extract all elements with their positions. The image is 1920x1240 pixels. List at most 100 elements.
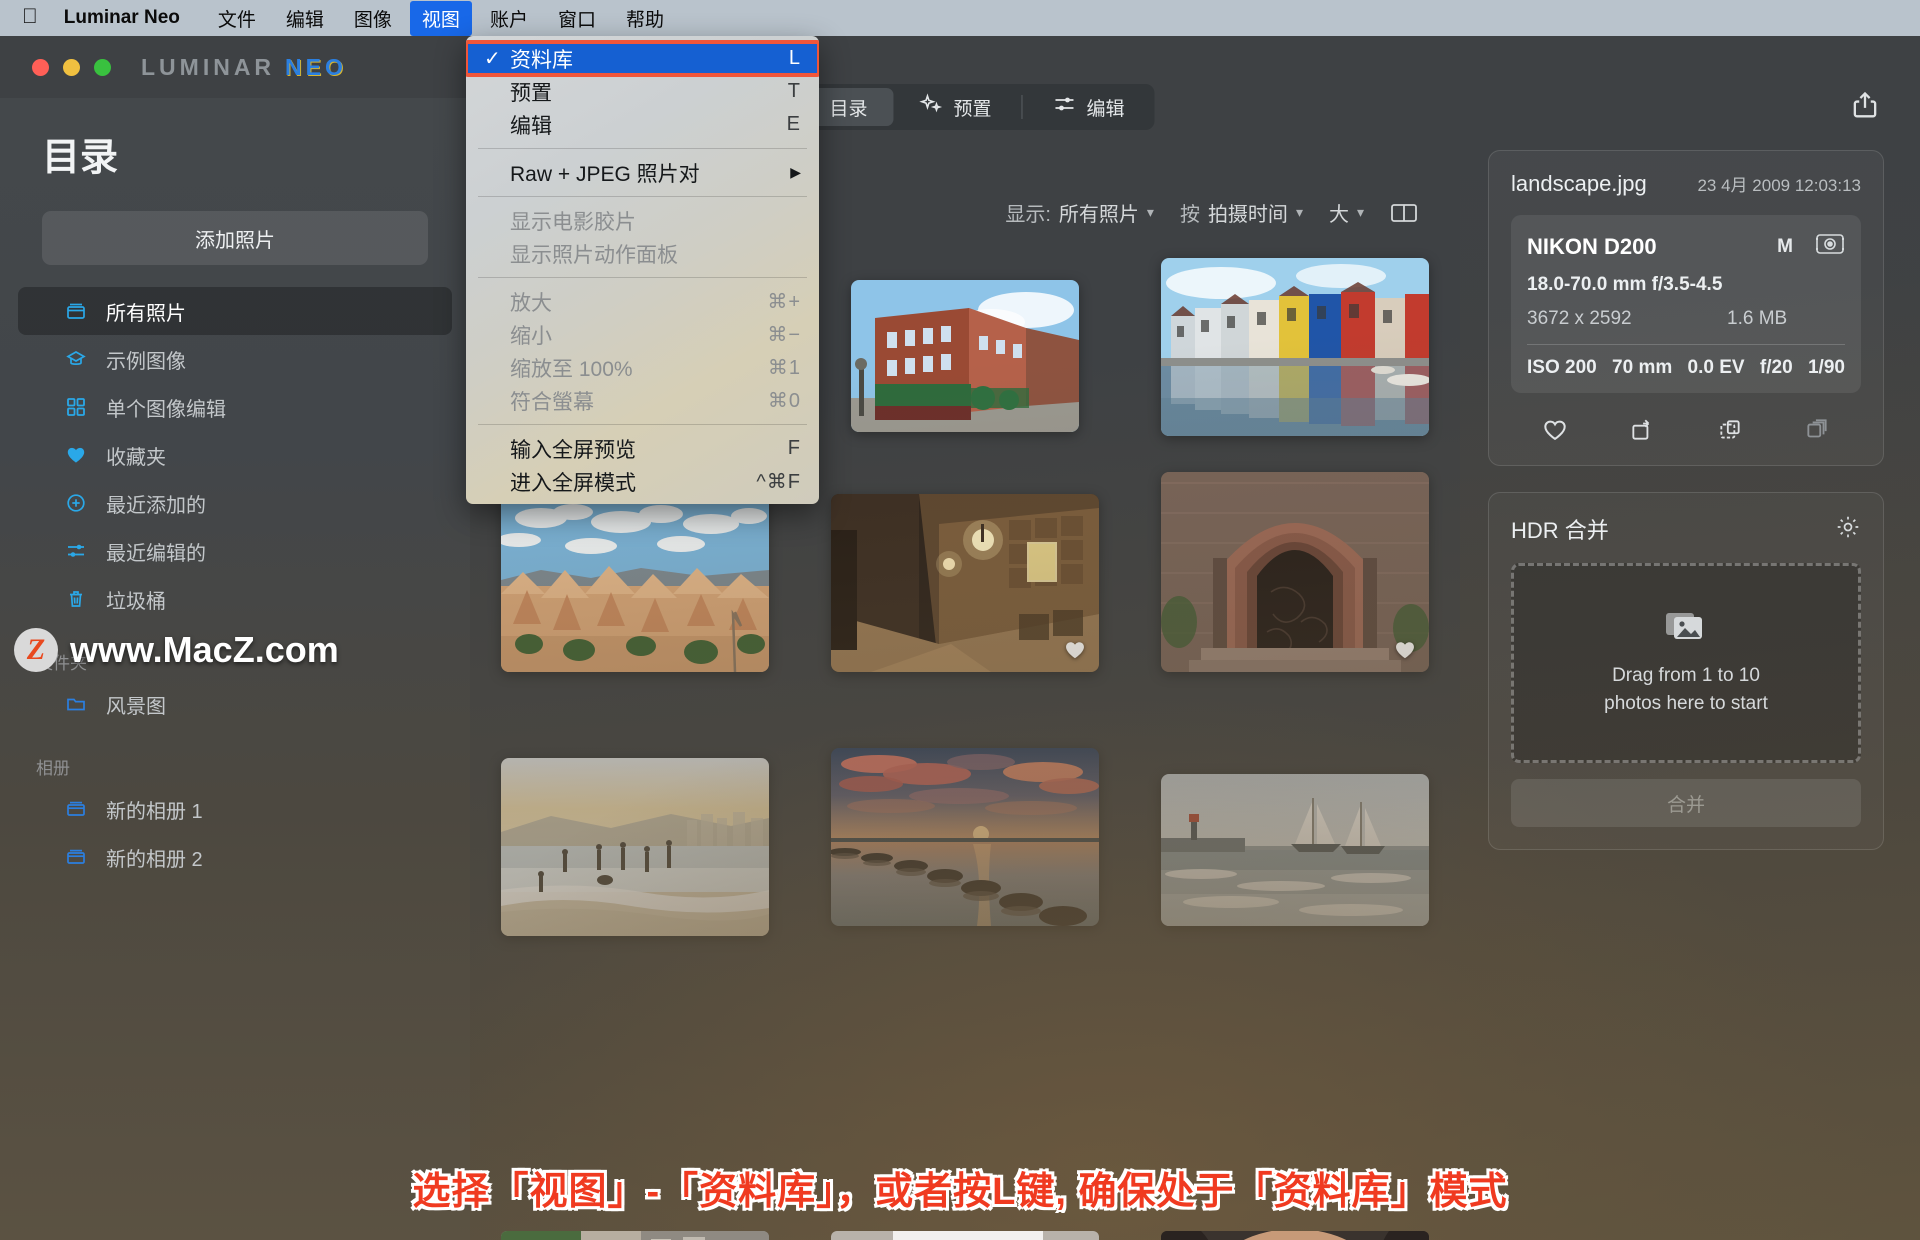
menubar-item-account[interactable]: 账户 <box>478 1 540 36</box>
photo-thumbnail-alley-night[interactable] <box>831 494 1099 672</box>
trash-icon <box>64 587 88 611</box>
menu-item-label: 显示电影胶片 <box>510 210 636 234</box>
site-watermark: Z www.MacZ.com <box>14 628 339 672</box>
photo-thumbnail-sailboats[interactable] <box>1161 774 1429 926</box>
menu-item-label: 缩放至 100% <box>510 357 633 381</box>
photo-thumbnail-portrait-partial[interactable] <box>1161 1231 1429 1240</box>
menubar-item-view[interactable]: 视图 <box>409 0 472 36</box>
add-photos-button[interactable]: 添加照片 <box>42 211 428 265</box>
sidebar-item-label: 最近编辑的 <box>106 542 206 565</box>
menubar-item-help[interactable]: 帮助 <box>614 1 676 36</box>
photo-row-partial <box>470 1231 1460 1240</box>
share-icon <box>1850 90 1880 125</box>
menu-item-zoom-100: 缩放至 100% ⌘1 <box>466 351 819 384</box>
menu-item-enter-fullscreen-preview[interactable]: 输入全屏预览 F <box>466 432 819 465</box>
menubar-item-file[interactable]: 文件 <box>206 1 268 36</box>
maximize-window-button[interactable] <box>94 58 111 76</box>
menu-item-label: 显示照片动作面板 <box>510 243 678 267</box>
hdr-merge-button[interactable]: 合并 <box>1511 779 1861 827</box>
add-photos-label: 添加照片 <box>195 229 275 252</box>
photo-cell[interactable] <box>1130 258 1460 436</box>
minimize-window-button[interactable] <box>63 58 80 76</box>
rotate-action-button[interactable] <box>1627 415 1657 445</box>
photo-cell[interactable] <box>800 458 1130 672</box>
menu-separator <box>478 277 807 278</box>
gear-icon[interactable] <box>1835 514 1861 545</box>
menubar-item-window[interactable]: 窗口 <box>546 1 608 36</box>
apple-icon[interactable]:  <box>22 6 38 27</box>
photo-thumbnail-street-partial[interactable] <box>501 1231 769 1240</box>
copy-action-button[interactable] <box>1715 415 1745 445</box>
menu-item-shortcut: T <box>787 80 801 102</box>
photo-thumbnail-canyon[interactable] <box>501 494 769 672</box>
menu-item-label: 编辑 <box>510 114 552 138</box>
menu-item-label: 进入全屏模式 <box>510 471 636 495</box>
sidebar-item-all-photos[interactable]: 所有照片 <box>18 287 452 335</box>
menubar-item-edit[interactable]: 编辑 <box>274 1 336 36</box>
app-name-label[interactable]: Luminar Neo <box>64 7 180 29</box>
sidebar-item-label: 收藏夹 <box>106 446 166 469</box>
photo-cell[interactable] <box>1130 1231 1460 1240</box>
stack-action-button[interactable] <box>1802 415 1832 445</box>
sidebar-item-label: 最近添加的 <box>106 494 206 517</box>
sidebar-item-recently-edited[interactable]: 最近编辑的 <box>18 527 452 575</box>
favorite-action-button[interactable] <box>1540 415 1570 445</box>
thumb-size-group[interactable]: 大 ▾ <box>1329 198 1364 227</box>
sidebar-item-trash[interactable]: 垃圾桶 <box>18 575 452 623</box>
sidebar-item-label: 所有照片 <box>106 302 186 325</box>
photo-cell[interactable] <box>800 258 1130 432</box>
exif-focal-length: 70 mm <box>1612 357 1673 378</box>
photo-thumbnail-canal-houses[interactable] <box>1161 258 1429 436</box>
menu-item-raw-jpeg-pairs[interactable]: Raw + JPEG 照片对 ▶ <box>466 156 819 189</box>
window-controls <box>32 58 111 76</box>
menu-item-enter-fullscreen-mode[interactable]: 进入全屏模式 ^⌘F <box>466 465 819 498</box>
photo-cell[interactable] <box>800 748 1130 926</box>
photo-cell[interactable] <box>470 748 800 936</box>
sidebar-folder-label: 风景图 <box>106 695 166 718</box>
sidebar-item-recently-added[interactable]: 最近添加的 <box>18 479 452 527</box>
photo-actions-row <box>1511 415 1861 445</box>
menu-item-library[interactable]: ✓ 资料库 L <box>466 40 819 77</box>
menu-item-show-filmstrip: 显示电影胶片 <box>466 204 819 237</box>
photo-cell[interactable] <box>800 1231 1130 1240</box>
instruction-caption: 选择「视图」-「资料库」，或者按L键, 确保处于「资料库」模式 <box>412 1171 1508 1213</box>
menubar-item-image[interactable]: 图像 <box>342 1 404 36</box>
file-size: 1.6 MB <box>1727 308 1788 329</box>
sidebar-album-1[interactable]: 新的相册 1 <box>18 785 452 833</box>
sidebar-item-sample-images[interactable]: 示例图像 <box>18 335 452 383</box>
split-view-button[interactable] <box>1390 201 1418 225</box>
photo-thumbnail-sunset-pier[interactable] <box>831 748 1099 926</box>
exif-aperture: f/20 <box>1759 357 1793 378</box>
favorite-badge-icon <box>1063 638 1087 662</box>
photo-cell[interactable] <box>470 1231 800 1240</box>
sidebar-album-label: 新的相册 1 <box>106 800 203 823</box>
photo-cell[interactable] <box>1130 748 1460 926</box>
menu-item-shortcut: ⌘+ <box>767 291 801 313</box>
dimensions-row: 3672 x 2592 1.6 MB <box>1527 308 1845 330</box>
menu-item-shortcut: L <box>788 47 801 69</box>
menu-item-presets[interactable]: 预置 T <box>466 75 819 108</box>
photo-thumbnail-person-white-partial[interactable] <box>831 1231 1099 1240</box>
photo-cell[interactable] <box>1130 458 1460 672</box>
photo-thumbnail-brick-street[interactable] <box>851 280 1079 432</box>
sliders-icon <box>64 539 88 563</box>
sidebar-item-favorites[interactable]: 收藏夹 <box>18 431 452 479</box>
sidebar-folder-landscape[interactable]: 风景图 <box>18 680 452 728</box>
close-window-button[interactable] <box>32 58 49 76</box>
sidebar-album-2[interactable]: 新的相册 2 <box>18 833 452 881</box>
sort-group[interactable]: 按 拍摄时间 ▾ <box>1180 198 1303 227</box>
menu-item-label: 输入全屏预览 <box>510 438 636 462</box>
albums-section-header: 相册 <box>36 759 70 778</box>
photo-thumbnail-beach-people[interactable] <box>501 758 769 936</box>
show-filter-group[interactable]: 显示: 所有照片 ▾ <box>1005 198 1154 227</box>
menu-item-edit[interactable]: 编辑 E <box>466 108 819 141</box>
brand-neo: NEO <box>285 53 347 80</box>
hdr-dropzone[interactable]: Drag from 1 to 10 photos here to start <box>1511 563 1861 763</box>
album-icon <box>64 845 88 869</box>
photo-thumbnail-gothic-door[interactable] <box>1161 472 1429 672</box>
hdr-merge-label: 合并 <box>1666 794 1705 816</box>
sidebar-item-single-image-edit[interactable]: 单个图像编辑 <box>18 383 452 431</box>
exif-box: NIKON D200 M 18.0-70.0 mm f/3.5-4.5 3672… <box>1511 215 1861 393</box>
share-button[interactable] <box>1846 88 1884 126</box>
right-panel: landscape.jpg 23 4月 2009 12:03:13 NIKON … <box>1460 98 1920 1240</box>
